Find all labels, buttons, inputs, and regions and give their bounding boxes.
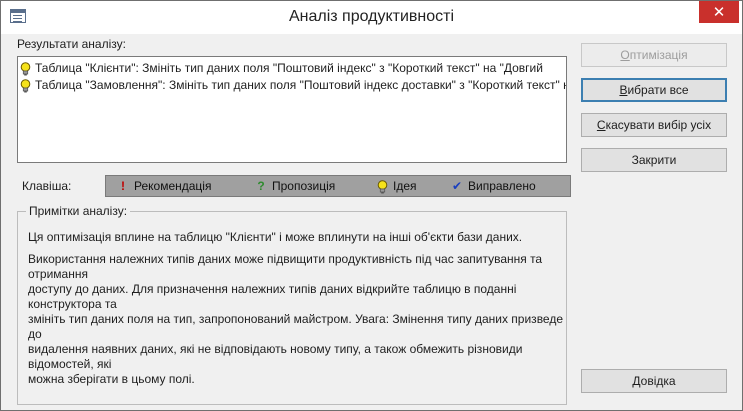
suggestion-icon: ? [257, 179, 265, 193]
legend-item-suggestion: ? Пропозиція [254, 176, 335, 196]
help-button[interactable]: Довідка [581, 369, 727, 393]
dialog-body: Результати аналізу: Таблица "Клієнти": З… [1, 34, 742, 410]
legend-item-idea: Ідея [375, 176, 417, 196]
fixed-icon: ✔ [451, 179, 463, 193]
close-button[interactable]: Закрити [581, 148, 727, 172]
title-bar: Аналіз продуктивності ✕ [1, 1, 742, 34]
results-list[interactable]: Таблица "Клієнти": Змініть тип даних пол… [17, 56, 567, 163]
list-item[interactable]: Таблица "Замовлення": Змініть тип даних … [20, 77, 567, 93]
legend-key: ! Рекомендація ? Пропозиція Ідея ✔ Виправле… [105, 175, 571, 197]
performance-analyzer-dialog: Аналіз продуктивності ✕ Результати аналі… [0, 0, 743, 411]
close-window-button[interactable]: ✕ [699, 1, 739, 23]
optimize-button[interactable]: Оптимізація [581, 43, 727, 67]
legend-label: Клавіша: [22, 179, 72, 193]
window-title: Аналіз продуктивності [288, 8, 455, 25]
notes-group: Примітки аналізу: Ця оптимізація вплине … [17, 204, 567, 405]
idea-icon [20, 77, 32, 93]
notes-paragraph-1: Ця оптимізація вплине на таблицю "Клієнт… [28, 230, 523, 244]
legend-item-recommendation: ! Рекомендація [116, 176, 211, 196]
result-text: Таблица "Клієнти": Змініть тип даних пол… [35, 61, 543, 75]
legend-item-fixed: ✔ Виправлено [450, 176, 536, 196]
deselect-all-button[interactable]: Скасувати вибір усіх [581, 113, 727, 137]
list-item[interactable]: Таблица "Клієнти": Змініть тип даних пол… [20, 60, 543, 76]
recommendation-icon: ! [121, 179, 125, 193]
idea-icon [20, 60, 32, 76]
result-text: Таблица "Замовлення": Змініть тип даних … [35, 78, 567, 92]
results-label: Результати аналізу: [17, 37, 126, 51]
select-all-button[interactable]: Вибрати все [581, 78, 727, 102]
idea-icon [375, 176, 389, 196]
notes-label: Примітки аналізу: [26, 204, 131, 218]
notes-paragraph-2: Використання належних типів даних може п… [28, 252, 564, 386]
